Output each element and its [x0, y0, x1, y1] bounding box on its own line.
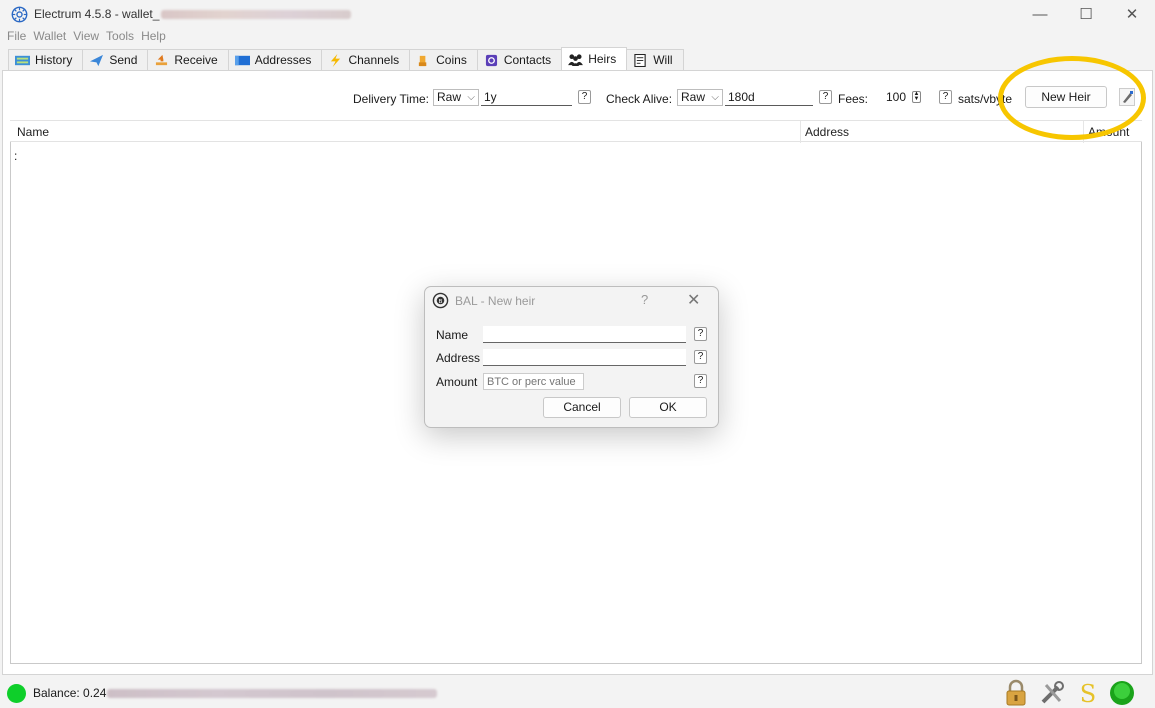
name-label: Name: [436, 328, 469, 342]
minimize-button[interactable]: —: [1017, 0, 1063, 28]
seed-icon[interactable]: S: [1074, 679, 1102, 707]
tab-addresses[interactable]: Addresses: [227, 49, 323, 70]
tab-channels[interactable]: Channels: [321, 49, 411, 70]
dialog-close-button[interactable]: ✕: [687, 290, 700, 310]
spin-arrows-icon: ▲ ▼: [912, 91, 921, 103]
status-indicator-icon: [7, 684, 26, 703]
tab-heirs[interactable]: Heirs: [561, 47, 628, 70]
tab-send[interactable]: Send: [82, 49, 149, 70]
receive-icon: [156, 54, 168, 65]
delivery-time-input[interactable]: 1y: [481, 89, 572, 106]
tab-history[interactable]: History: [8, 49, 84, 70]
svg-text:S: S: [1080, 680, 1096, 707]
preferences-tools-icon[interactable]: [1038, 679, 1066, 707]
menu-wallet[interactable]: Wallet: [33, 29, 66, 46]
heirs-toolbar: Delivery Time: Raw ⌵ 1y ? Check Alive: Ra…: [3, 86, 1152, 109]
tab-label: Will: [653, 53, 673, 67]
tab-label: Addresses: [254, 53, 312, 67]
menu-tools[interactable]: Tools: [106, 29, 134, 46]
title-bar: Electrum 4.5.8 - wallet_ — ☐ ✕: [0, 0, 1155, 28]
lightning-icon: [331, 53, 341, 67]
tab-receive[interactable]: Receive: [147, 49, 229, 70]
menu-view[interactable]: View: [73, 29, 99, 46]
column-name-header[interactable]: Name: [17, 125, 49, 139]
tab-label: Coins: [436, 53, 467, 67]
amount-label: Amount: [436, 375, 478, 389]
contacts-icon: [485, 54, 497, 66]
will-icon: [634, 53, 646, 67]
fees-label: Fees:: [838, 92, 869, 106]
bal-logo-icon: B: [432, 292, 449, 309]
check-alive-mode-select[interactable]: Raw ⌵: [677, 89, 723, 106]
amount-help-button[interactable]: ?: [694, 374, 707, 388]
highlight-annotation: [998, 56, 1146, 140]
lock-icon[interactable]: [1002, 679, 1030, 707]
delivery-help-button[interactable]: ?: [578, 90, 591, 104]
close-button[interactable]: ✕: [1109, 0, 1155, 28]
balance-text: Balance: 0.24: [33, 686, 438, 700]
chevron-down-icon: ⌵: [467, 92, 475, 103]
heir-address-input[interactable]: [483, 349, 686, 366]
menu-bar: File Wallet View Tools Help: [0, 29, 173, 46]
dialog-title-bar: B BAL - New heir ? ✕: [425, 287, 718, 315]
window-title: Electrum 4.5.8 - wallet_: [34, 7, 352, 21]
menu-file[interactable]: File: [7, 29, 26, 46]
electrum-logo-icon: [11, 6, 28, 22]
menu-help[interactable]: Help: [141, 29, 166, 46]
redacted-balance: [107, 689, 438, 699]
address-help-button[interactable]: ?: [694, 350, 707, 364]
dialog-help-button[interactable]: ?: [641, 292, 648, 307]
fees-help-button[interactable]: ?: [939, 90, 952, 104]
name-help-button[interactable]: ?: [694, 327, 707, 341]
tab-label: History: [35, 53, 73, 67]
tab-label: Contacts: [503, 53, 552, 67]
check-alive-label: Check Alive:: [606, 92, 673, 106]
heirs-icon: [568, 53, 584, 66]
address-label: Address: [436, 351, 481, 365]
ok-button[interactable]: OK: [629, 397, 707, 418]
new-heir-dialog: B BAL - New heir ? ✕ Name ? Address ? Am…: [424, 286, 719, 428]
maximize-button[interactable]: ☐: [1063, 0, 1109, 28]
table-header: Name Address Amount: [10, 120, 1142, 143]
heir-name-input[interactable]: [483, 326, 686, 343]
tab-coins[interactable]: Coins: [409, 49, 478, 70]
tab-will[interactable]: Will: [626, 49, 684, 70]
delivery-time-label: Delivery Time:: [353, 92, 430, 106]
svg-text:B: B: [439, 299, 443, 305]
check-alive-help-button[interactable]: ?: [819, 90, 832, 104]
dialog-title: BAL - New heir: [455, 294, 536, 308]
chevron-down-icon: ⌵: [711, 92, 719, 103]
coins-icon: [418, 55, 427, 66]
table-row[interactable]: :: [14, 149, 17, 163]
tab-label: Channels: [348, 53, 400, 67]
column-address-header[interactable]: Address: [805, 125, 849, 139]
delivery-mode-select[interactable]: Raw ⌵: [433, 89, 479, 106]
cancel-button[interactable]: Cancel: [543, 397, 621, 418]
redacted-wallet-name: [161, 10, 352, 20]
network-status-icon[interactable]: [1108, 679, 1136, 707]
history-icon: [15, 55, 30, 65]
tab-label: Heirs: [588, 52, 617, 66]
send-icon: [90, 54, 104, 66]
tab-contacts[interactable]: Contacts: [476, 49, 563, 70]
addresses-icon: [234, 55, 250, 65]
heir-amount-input[interactable]: [483, 373, 584, 390]
tab-label: Send: [109, 53, 138, 67]
check-alive-input[interactable]: 180d: [725, 89, 813, 106]
tab-label: Receive: [174, 53, 218, 67]
tab-bar: History Send Receive Addresses Channels …: [8, 47, 684, 70]
fees-spinbox[interactable]: 100 ▲ ▼: [883, 89, 923, 106]
